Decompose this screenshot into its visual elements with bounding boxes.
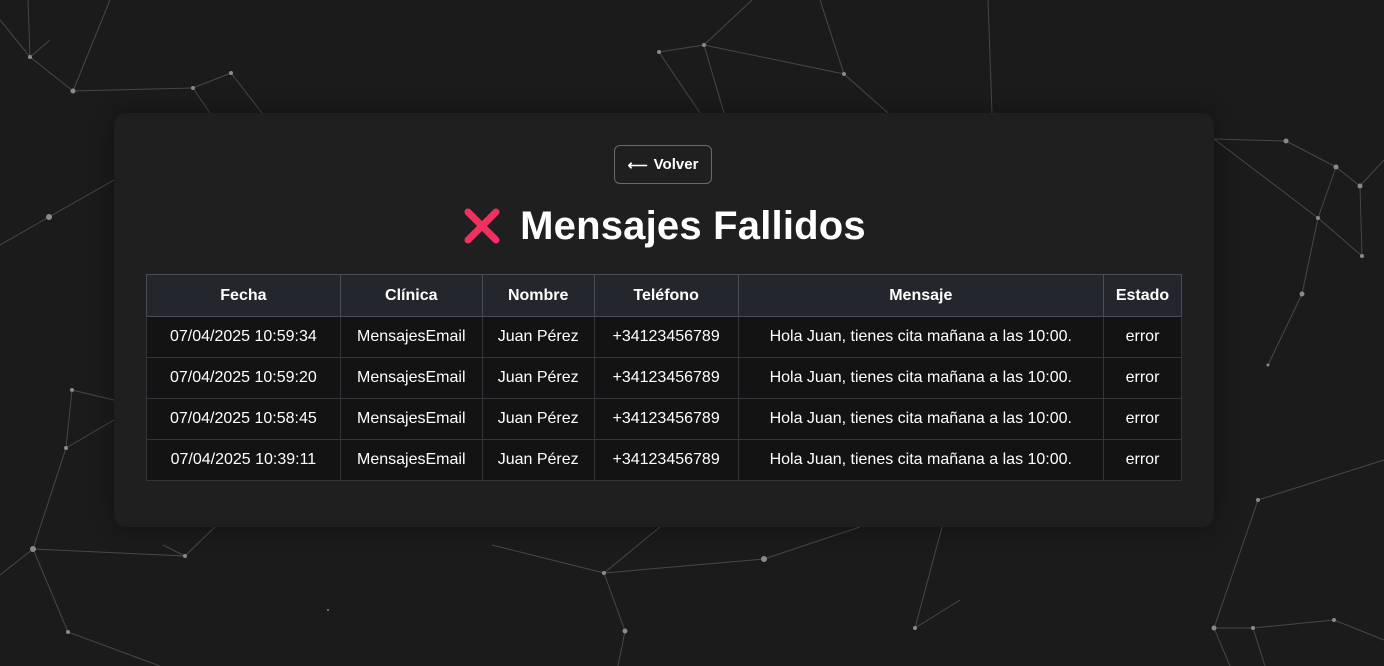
cell-estado: error	[1103, 357, 1182, 399]
column-header-estado: Estado	[1103, 274, 1182, 317]
column-header-fecha: Fecha	[146, 274, 341, 317]
column-header-mensaje: Mensaje	[737, 274, 1105, 317]
table-row: 07/04/2025 10:59:20 MensajesEmail Juan P…	[146, 357, 1182, 399]
table-row: 07/04/2025 10:58:45 MensajesEmail Juan P…	[146, 398, 1182, 440]
column-header-telefono: Teléfono	[593, 274, 739, 317]
cell-telefono: +34123456789	[593, 316, 739, 358]
cell-nombre: Juan Pérez	[481, 398, 595, 440]
cell-nombre: Juan Pérez	[481, 357, 595, 399]
cell-estado: error	[1103, 439, 1182, 481]
cell-fecha: 07/04/2025 10:59:20	[146, 357, 341, 399]
column-header-clinica: Clínica	[339, 274, 483, 317]
cell-telefono: +34123456789	[593, 439, 739, 481]
column-header-nombre: Nombre	[481, 274, 595, 317]
cell-fecha: 07/04/2025 10:39:11	[146, 439, 341, 481]
cell-telefono: +34123456789	[593, 357, 739, 399]
failed-messages-table: Fecha Clínica Nombre Teléfono Mensaje Es…	[146, 274, 1182, 481]
table-row: 07/04/2025 10:59:34 MensajesEmail Juan P…	[146, 316, 1182, 358]
cell-clinica: MensajesEmail	[339, 439, 483, 481]
failed-messages-panel: ⟵ Volver Mensajes Fallidos Fecha Clínica…	[114, 113, 1214, 527]
back-button[interactable]: ⟵ Volver	[614, 145, 712, 184]
cell-telefono: +34123456789	[593, 398, 739, 440]
arrow-left-icon: ⟵	[627, 156, 648, 173]
cell-mensaje: Hola Juan, tienes cita mañana a las 10:0…	[737, 357, 1105, 399]
back-button-label: Volver	[653, 156, 699, 173]
cell-mensaje: Hola Juan, tienes cita mañana a las 10:0…	[737, 398, 1105, 440]
cell-estado: error	[1103, 316, 1182, 358]
cell-clinica: MensajesEmail	[339, 316, 483, 358]
x-mark-icon	[464, 208, 500, 244]
cell-nombre: Juan Pérez	[481, 316, 595, 358]
page-title: Mensajes Fallidos	[520, 203, 866, 248]
table-row: 07/04/2025 10:39:11 MensajesEmail Juan P…	[146, 439, 1182, 481]
cell-estado: error	[1103, 398, 1182, 440]
cell-mensaje: Hola Juan, tienes cita mañana a las 10:0…	[737, 316, 1105, 358]
cell-fecha: 07/04/2025 10:58:45	[146, 398, 341, 440]
cell-clinica: MensajesEmail	[339, 357, 483, 399]
table-header-row: Fecha Clínica Nombre Teléfono Mensaje Es…	[146, 274, 1182, 317]
cell-mensaje: Hola Juan, tienes cita mañana a las 10:0…	[737, 439, 1105, 481]
page-header: Mensajes Fallidos	[114, 201, 1214, 251]
cell-clinica: MensajesEmail	[339, 398, 483, 440]
cell-fecha: 07/04/2025 10:59:34	[146, 316, 341, 358]
cell-nombre: Juan Pérez	[481, 439, 595, 481]
